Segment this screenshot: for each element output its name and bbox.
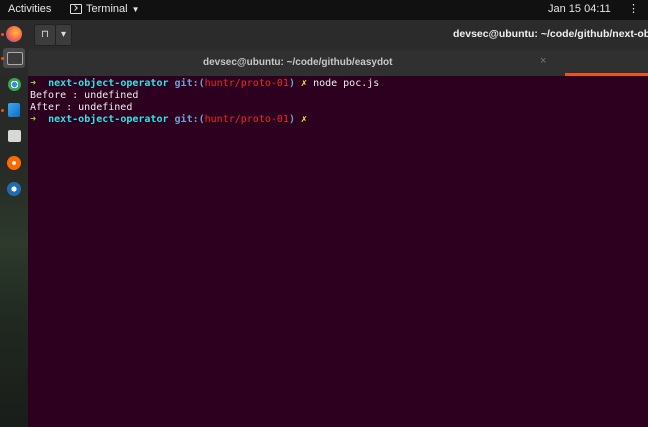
git-suffix: ) — [288, 78, 295, 89]
terminal-output[interactable]: ➜ next-object-operator git:(huntr/proto-… — [28, 76, 648, 427]
window-title: devsec@ubuntu: ~/code/github/next-objec — [453, 28, 648, 40]
chevron-down-icon: ▾ — [60, 29, 67, 40]
firefox-icon[interactable] — [6, 26, 22, 42]
git-prefix: git:( — [174, 78, 205, 89]
close-icon[interactable]: × — [540, 55, 546, 67]
dirty-marker: ✗ — [301, 78, 308, 89]
running-indicator — [1, 33, 4, 36]
tab-bar: devsec@ubuntu: ~/code/github/easydot × — [28, 50, 648, 76]
vscode-icon[interactable] — [8, 103, 20, 117]
wireshark-icon[interactable] — [7, 182, 21, 196]
menu-dropdown-button[interactable]: ▾ — [55, 24, 72, 46]
tab-title[interactable]: devsec@ubuntu: ~/code/github/easydot — [203, 57, 393, 68]
command-text: node poc.js — [313, 78, 380, 89]
terminal-headerbar: ⊓ ▾ devsec@ubuntu: ~/code/github/next-ob… — [28, 20, 648, 50]
chevron-down-icon: ▼ — [131, 4, 140, 14]
new-tab-icon: ⊓ — [41, 29, 49, 40]
git-suffix: ) — [288, 114, 295, 125]
running-indicator — [1, 109, 4, 112]
terminal-app-icon — [70, 4, 82, 14]
prompt-dir: next-object-operator — [48, 114, 169, 125]
dirty-marker: ✗ — [301, 114, 308, 125]
new-tab-button[interactable]: ⊓ — [34, 24, 56, 46]
running-indicator — [1, 57, 4, 60]
app-menu-label: Terminal — [86, 3, 128, 15]
prompt-arrow: ➜ — [30, 114, 37, 125]
prompt-line: ➜ next-object-operator git:(huntr/proto-… — [30, 78, 648, 90]
git-prefix: git:( — [174, 114, 205, 125]
chrome-icon[interactable] — [8, 78, 21, 91]
terminal-icon[interactable] — [7, 52, 23, 65]
output-line: After : undefined — [30, 102, 133, 113]
dock — [0, 20, 28, 427]
git-branch: huntr/proto-01 — [204, 78, 289, 89]
prompt-dir: next-object-operator — [48, 78, 169, 89]
prompt-line: ➜ next-object-operator git:(huntr/proto-… — [30, 114, 648, 126]
prompt-arrow: ➜ — [30, 78, 37, 89]
clock[interactable]: Jan 15 04:11 — [548, 3, 611, 15]
files-icon[interactable] — [8, 130, 21, 142]
activities-button[interactable]: Activities — [8, 3, 51, 15]
git-branch: huntr/proto-01 — [204, 114, 289, 125]
app-menu[interactable]: Terminal ▼ — [70, 3, 140, 15]
system-status-area[interactable]: ⋮ — [628, 2, 639, 15]
burp-icon[interactable] — [7, 156, 21, 170]
network-icon: ⋮ — [628, 3, 639, 15]
output-line: Before : undefined — [30, 90, 139, 101]
gnome-top-bar: Activities Terminal ▼ Jan 15 04:11 ⋮ — [0, 0, 648, 20]
